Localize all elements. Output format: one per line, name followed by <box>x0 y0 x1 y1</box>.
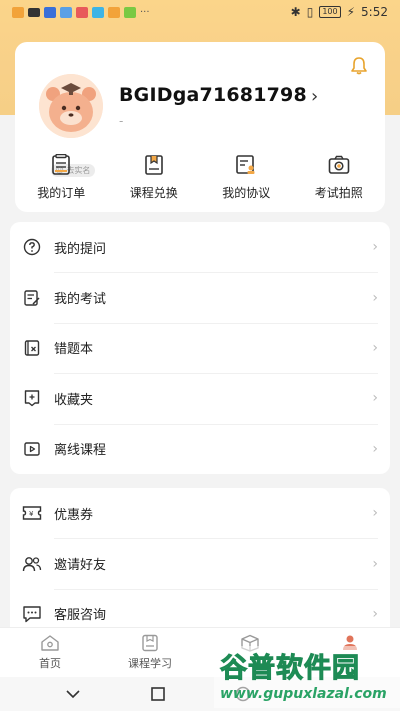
wifi-icon <box>44 6 56 18</box>
status-icons-left: ··· <box>12 6 150 18</box>
vibrate-icon: ▯ <box>306 5 314 19</box>
bluetooth-icon: ✱ <box>290 5 301 19</box>
menu-item-favorites[interactable]: 收藏夹 › <box>10 373 390 423</box>
watermark: 谷普软件园 www.gupuxlazal.com <box>214 646 400 708</box>
app-icon <box>92 6 104 18</box>
quick-action-label: 课程兑换 <box>129 186 178 200</box>
app-icon <box>60 6 72 18</box>
back-nav-icon[interactable] <box>65 686 81 702</box>
bell-icon[interactable] <box>349 56 369 80</box>
notification-icon <box>12 6 24 18</box>
app-icon <box>108 6 120 18</box>
profile-subtitle: - <box>119 114 124 128</box>
watermark-url: www.gupuxlazal.com <box>220 686 387 702</box>
agreement-icon <box>236 155 255 174</box>
svg-text:¥: ¥ <box>29 510 34 518</box>
chevron-right-icon: › <box>372 339 378 356</box>
status-icons-right: ✱ ▯ 100 ⚡ 5:52 <box>291 5 388 19</box>
charging-icon: ⚡ <box>346 5 356 19</box>
favorites-icon <box>22 388 42 408</box>
quick-action-exam-photo[interactable]: 考试拍照 <box>299 154 379 204</box>
chevron-right-icon: › <box>372 605 378 622</box>
menu-item-offline-courses[interactable]: 离线课程 › <box>10 423 390 474</box>
menu-item-label: 优惠券 <box>54 507 94 523</box>
recents-nav-icon[interactable] <box>150 686 166 702</box>
course-study-icon <box>142 634 158 652</box>
quick-action-orders[interactable]: 我的订单 <box>21 154 101 204</box>
order-icon <box>52 154 71 175</box>
menu-item-my-exams[interactable]: 我的考试 › <box>10 272 390 322</box>
menu-item-coupons[interactable]: ¥ 优惠券 › <box>10 488 390 538</box>
app-icon <box>76 6 88 18</box>
menu-item-label: 我的提问 <box>54 241 107 257</box>
menu-item-label: 错题本 <box>54 342 94 358</box>
wrong-book-icon <box>22 338 42 358</box>
menu-item-invite-friends[interactable]: 邀请好友 › <box>10 538 390 588</box>
chevron-right-icon: › <box>372 440 378 457</box>
menu-group-primary: 我的提问 › 我的考试 › 错题本 › 收藏夹 › 离线课程 › <box>10 222 390 474</box>
menu-item-wrong-book[interactable]: 错题本 › <box>10 322 390 373</box>
coupon-icon: ¥ <box>22 503 42 523</box>
menu-item-label: 邀请好友 <box>54 558 107 574</box>
menu-item-label: 离线课程 <box>54 443 107 459</box>
quick-action-label: 我的订单 <box>37 186 86 200</box>
profile-card: ☺ 去实名 BGIDga71681798 › - 我的订单 课程兑换 <box>15 42 385 212</box>
more-icon: ··· <box>140 6 150 18</box>
username[interactable]: BGIDga71681798 <box>119 84 307 106</box>
home-icon <box>41 635 59 651</box>
menu-item-label: 客服咨询 <box>54 608 107 624</box>
avatar[interactable] <box>39 74 103 138</box>
quick-actions: 我的订单 课程兑换 我的协议 考试拍照 <box>15 154 385 204</box>
chevron-right-icon: › <box>372 505 378 522</box>
chevron-right-icon: › <box>372 239 378 256</box>
watermark-title: 谷普软件园 <box>220 653 360 685</box>
question-icon <box>22 237 42 257</box>
status-bar: ··· ✱ ▯ 100 ⚡ 5:52 <box>0 0 400 24</box>
menu-item-label: 我的考试 <box>54 292 107 308</box>
quick-action-agreement[interactable]: 我的协议 <box>206 154 286 204</box>
menu-item-my-questions[interactable]: 我的提问 › <box>10 222 390 272</box>
exam-icon <box>22 288 42 308</box>
quick-action-label: 考试拍照 <box>314 186 363 200</box>
course-redeem-icon <box>144 155 163 175</box>
tab-home[interactable]: 首页 <box>0 628 100 677</box>
invite-friends-icon <box>22 554 42 574</box>
customer-service-icon <box>22 604 42 624</box>
clock-time: 5:52 <box>361 5 388 19</box>
tab-label: 课程学习 <box>128 657 172 670</box>
battery-icon: 100 <box>319 6 341 18</box>
menu-group-secondary: ¥ 优惠券 › 邀请好友 › 客服咨询 › <box>10 488 390 633</box>
app-icon <box>124 6 136 18</box>
camera-icon <box>328 155 350 174</box>
chevron-right-icon: › <box>372 390 378 407</box>
quick-action-course-redeem[interactable]: 课程兑换 <box>114 154 194 204</box>
quick-action-label: 我的协议 <box>222 186 271 200</box>
tab-label: 首页 <box>39 657 61 670</box>
chevron-right-icon: › <box>372 289 378 306</box>
message-icon <box>28 7 40 17</box>
tab-course-study[interactable]: 课程学习 <box>100 628 200 677</box>
chevron-right-icon[interactable]: › <box>311 86 318 107</box>
offline-course-icon <box>22 439 42 459</box>
chevron-right-icon: › <box>372 555 378 572</box>
menu-item-label: 收藏夹 <box>54 392 94 408</box>
